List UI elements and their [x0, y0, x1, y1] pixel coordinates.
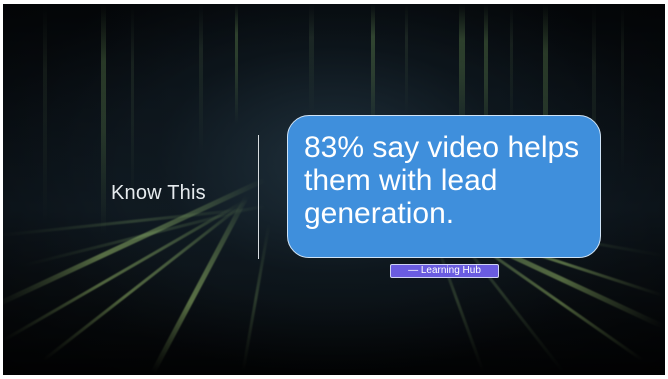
slide: Know This 83% say video helps them with … [3, 4, 665, 375]
slide-heading: Know This [111, 182, 206, 204]
attribution-badge: — Learning Hub [390, 264, 499, 278]
stat-callout-box: 83% say video helps them with lead gener… [287, 115, 601, 258]
slide-frame: Know This 83% say video helps them with … [0, 0, 668, 379]
stat-callout-text: 83% say video helps them with lead gener… [304, 131, 580, 230]
vertical-divider [258, 135, 259, 259]
